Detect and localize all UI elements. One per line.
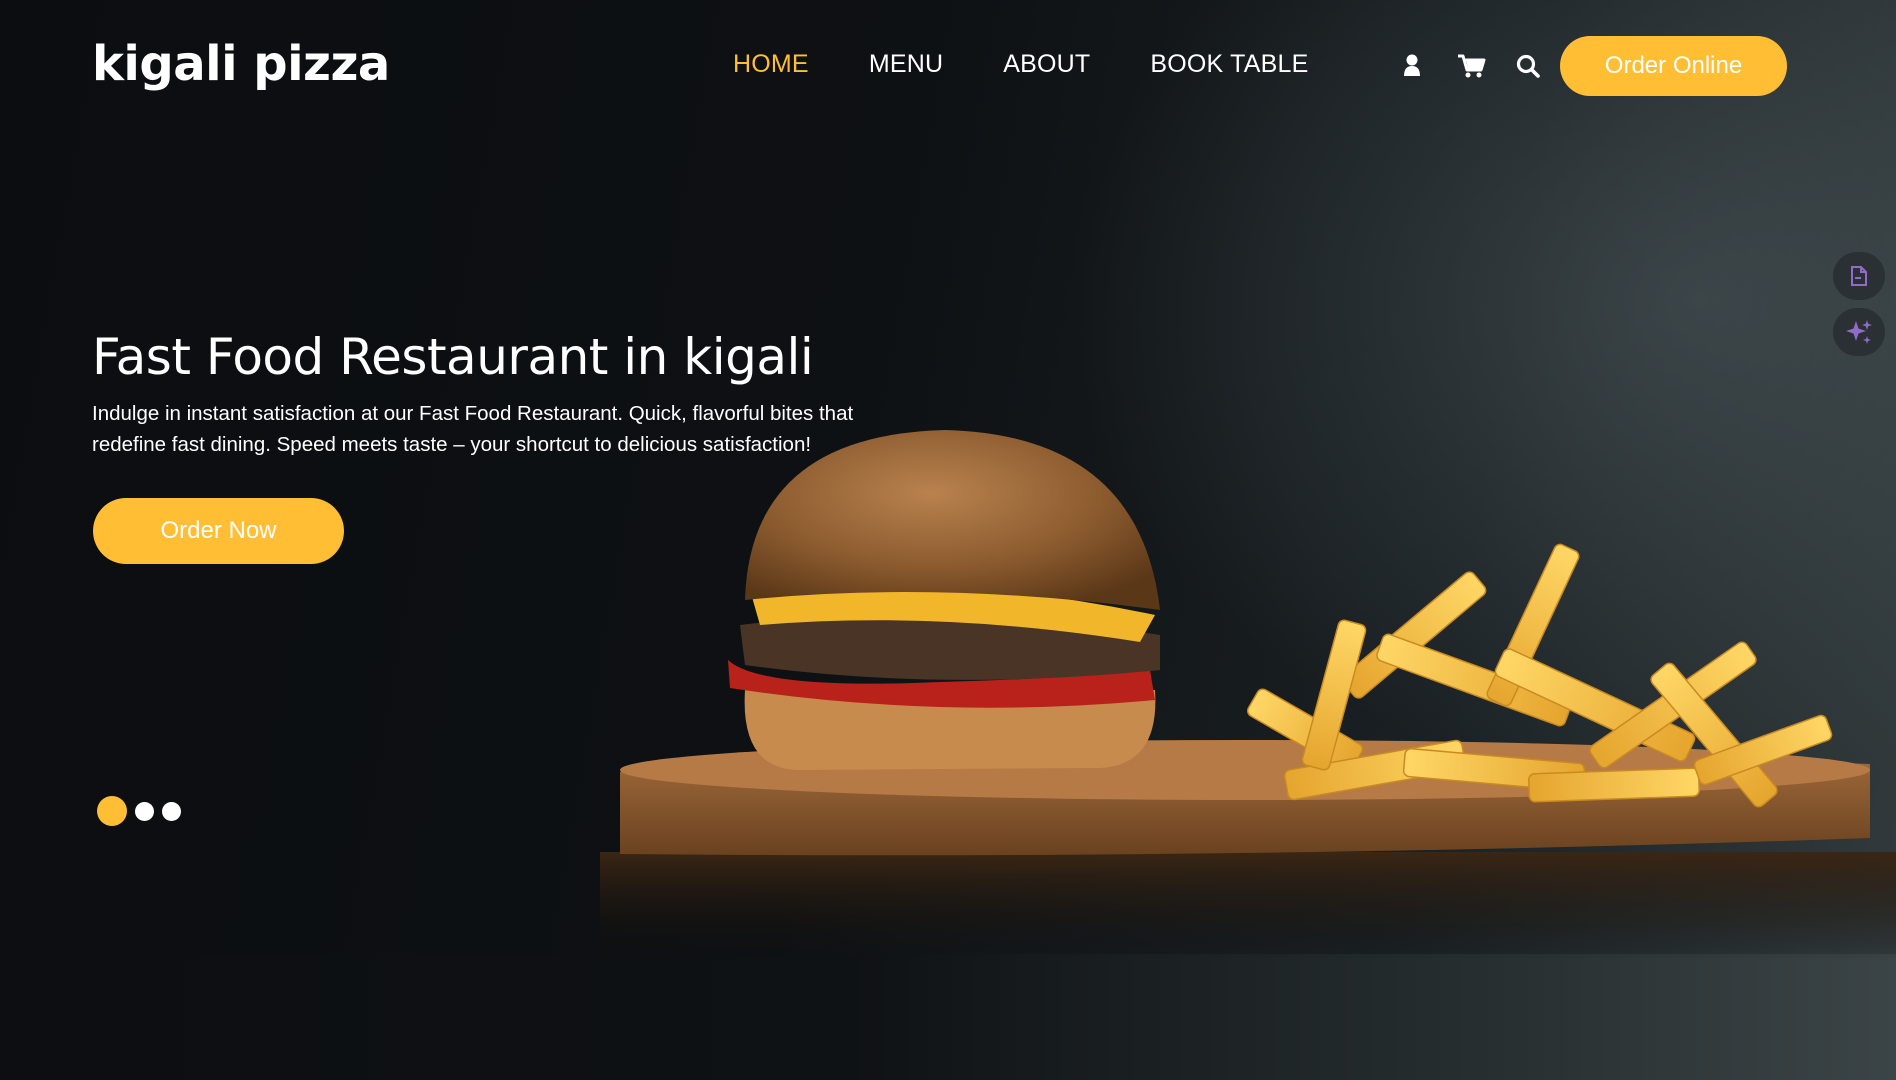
nav-item-home[interactable]: HOME [733,50,809,79]
slider-dot[interactable] [162,801,181,821]
site-header: kigali pizza HOME MENU ABOUT BOOK TABLE … [0,0,1896,132]
burger-fries-image [600,430,1896,960]
header-icons [1398,52,1542,80]
document-icon[interactable] [1833,252,1885,300]
nav-item-menu[interactable]: MENU [869,50,943,79]
bottom-band [0,954,1896,1080]
nav-item-book-table[interactable]: BOOK TABLE [1150,50,1308,79]
side-toolbar [1833,252,1885,364]
order-online-button[interactable]: Order Online [1560,36,1787,96]
order-now-button[interactable]: Order Now [93,498,344,564]
user-icon[interactable] [1398,52,1426,80]
slider-dot[interactable] [97,796,127,826]
hero-description: Indulge in instant satisfaction at our F… [92,402,854,456]
cart-icon[interactable] [1456,52,1486,80]
main-nav: HOME MENU ABOUT BOOK TABLE [733,50,1368,79]
slider-indicators [97,796,181,826]
search-icon[interactable] [1514,52,1542,80]
sparkle-icon[interactable] [1833,308,1885,356]
hero-title: Fast Food Restaurant in kigali [92,328,814,386]
nav-item-about[interactable]: ABOUT [1003,50,1090,79]
hero-content: Fast Food Restaurant in kigali Indulge i… [92,322,912,460]
slider-dot[interactable] [135,801,154,821]
brand-logo[interactable]: kigali pizza [92,36,390,92]
